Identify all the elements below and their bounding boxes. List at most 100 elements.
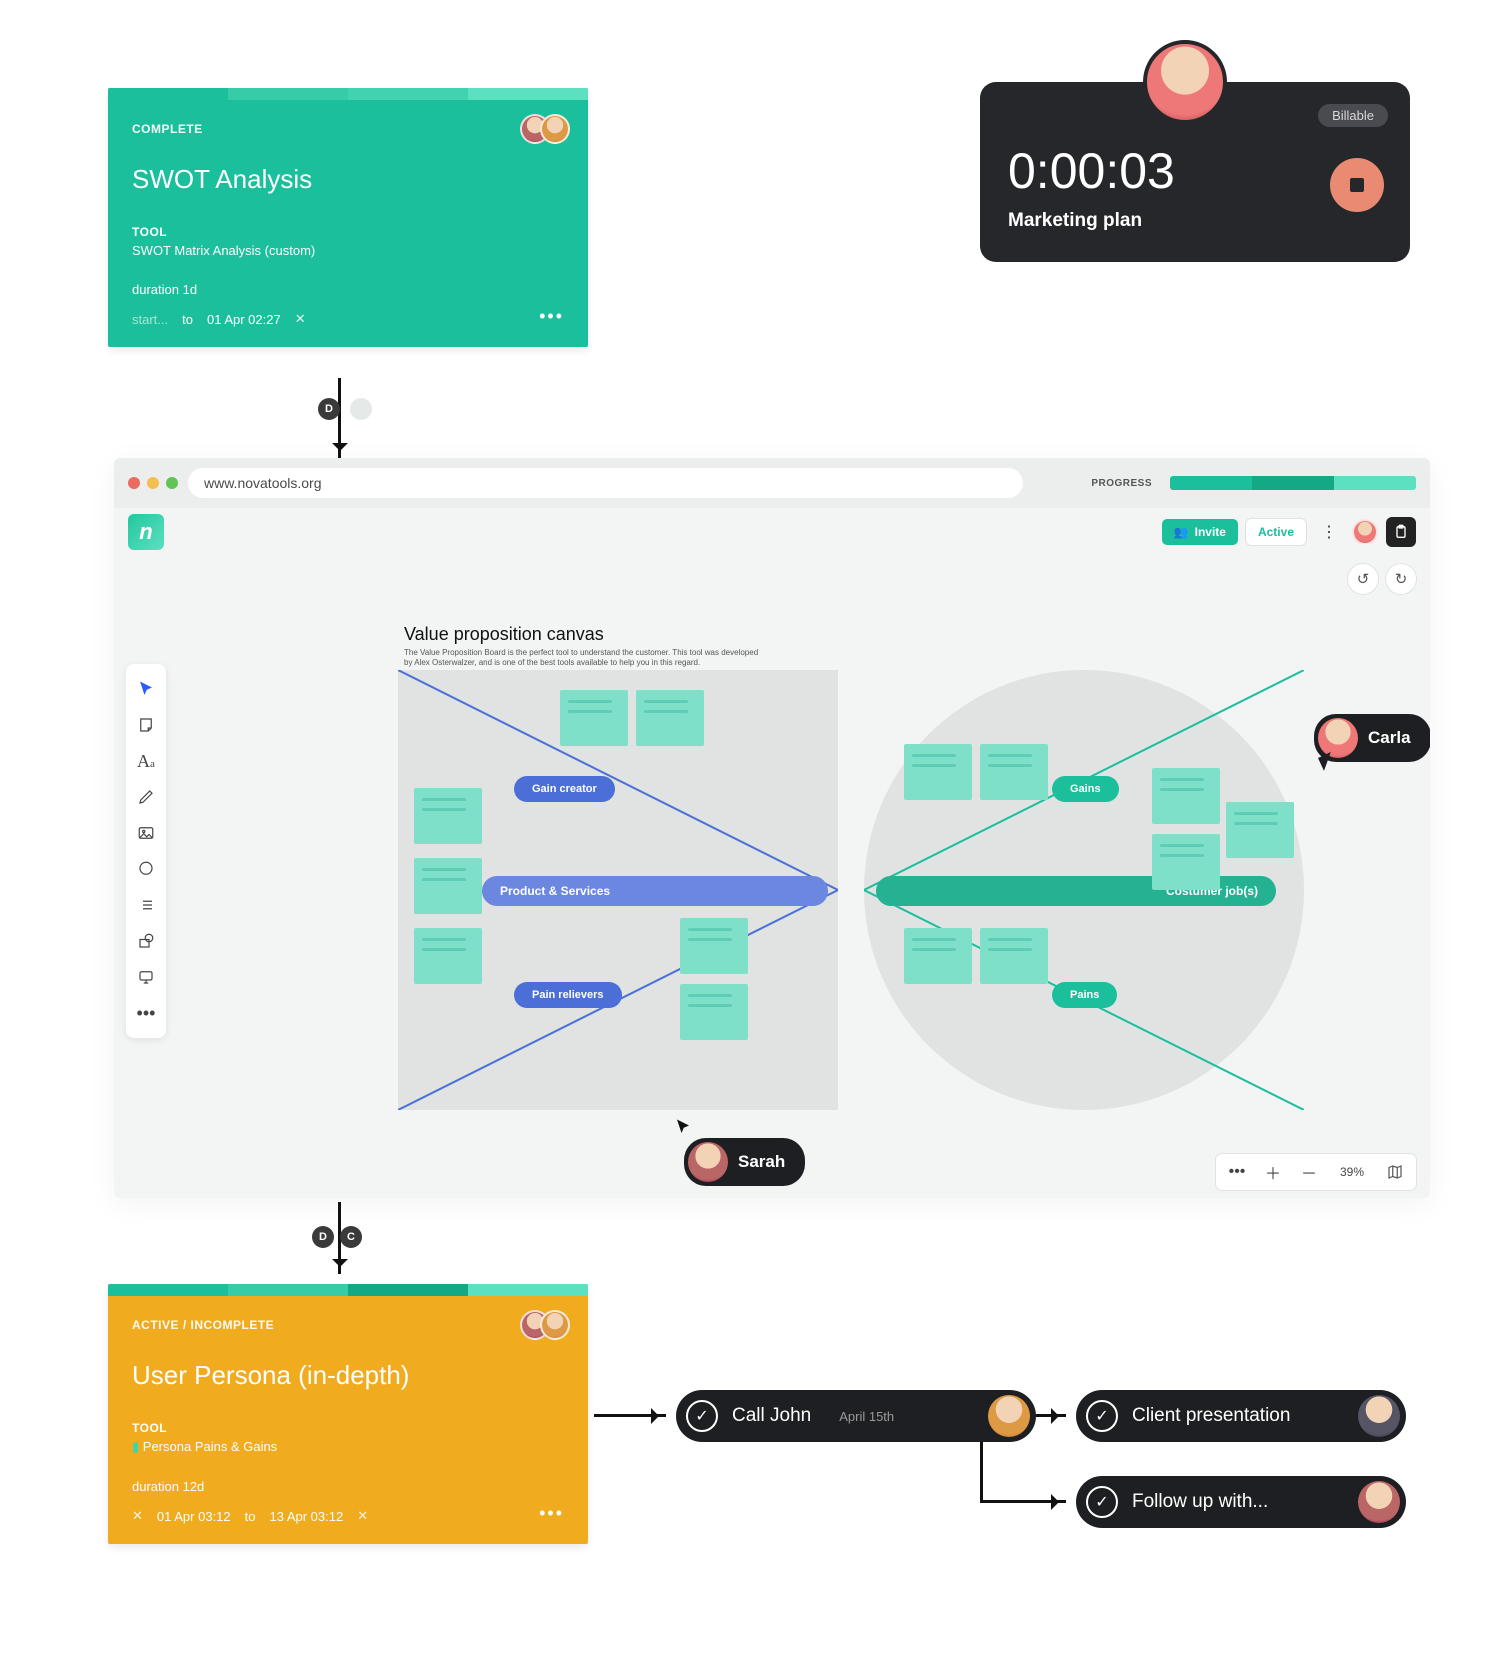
shape-tool[interactable] <box>129 924 163 958</box>
presence-sarah[interactable]: Sarah <box>684 1138 805 1186</box>
timer-time: 0:00:03 <box>1008 142 1382 200</box>
close-icon[interactable]: ✕ <box>295 311 306 327</box>
gains-label[interactable]: Gains <box>1052 776 1119 802</box>
pains-label[interactable]: Pains <box>1052 982 1117 1008</box>
sticky-note[interactable] <box>1152 768 1220 824</box>
sticky-note[interactable] <box>904 744 972 800</box>
task-call[interactable]: ✓ Call John April 15th <box>676 1390 1036 1442</box>
connector-arrow <box>1036 1414 1066 1417</box>
more-icon[interactable]: ••• <box>539 1503 564 1524</box>
close-icon[interactable]: ✕ <box>132 1508 143 1524</box>
zoom-more-icon[interactable]: ••• <box>1220 1155 1254 1189</box>
card-status: COMPLETE <box>132 122 564 136</box>
sticky-note[interactable] <box>1152 834 1220 890</box>
avatar[interactable] <box>540 114 570 144</box>
note-tool[interactable] <box>129 708 163 742</box>
comment-tool[interactable] <box>129 852 163 886</box>
image-tool[interactable] <box>129 816 163 850</box>
to-label: to <box>245 1509 256 1524</box>
maximize-window-icon[interactable] <box>166 477 178 489</box>
kebab-icon[interactable]: ⋮ <box>1314 517 1344 547</box>
task-label: Call John <box>732 1405 811 1427</box>
task-presentation[interactable]: ✓ Client presentation <box>1076 1390 1406 1442</box>
check-icon[interactable]: ✓ <box>1086 1400 1118 1432</box>
node-light[interactable] <box>350 398 372 420</box>
product-services-label[interactable]: Product & Services <box>482 876 828 906</box>
clipboard-icon[interactable] <box>1386 517 1416 547</box>
map-icon[interactable] <box>1378 1155 1412 1189</box>
sticky-note[interactable] <box>980 744 1048 800</box>
avatar[interactable] <box>988 1395 1030 1437</box>
start-hint[interactable]: start... <box>132 312 168 327</box>
task-label: Client presentation <box>1132 1405 1290 1427</box>
list-tool[interactable] <box>129 888 163 922</box>
avatar[interactable] <box>1358 1395 1400 1437</box>
billable-badge[interactable]: Billable <box>1318 104 1388 127</box>
stop-button[interactable] <box>1330 158 1384 212</box>
timer-task: Marketing plan <box>1008 210 1382 232</box>
connector-line <box>980 1442 983 1502</box>
sticky-note[interactable] <box>636 690 704 746</box>
swot-card[interactable]: COMPLETE SWOT Analysis TOOL SWOT Matrix … <box>108 88 588 347</box>
tool-name: SWOT Matrix Analysis (custom) <box>132 243 564 258</box>
task-followup[interactable]: ✓ Follow up with... <box>1076 1476 1406 1528</box>
sticky-note[interactable] <box>680 918 748 974</box>
start-date[interactable]: 01 Apr 03:12 <box>157 1509 231 1524</box>
toolbox: Aa ••• <box>126 664 166 1038</box>
avatar[interactable] <box>540 1310 570 1340</box>
end-date[interactable]: 13 Apr 03:12 <box>269 1509 343 1524</box>
avatar[interactable] <box>1358 1481 1400 1523</box>
timer-avatar[interactable] <box>1143 40 1227 124</box>
zoom-level[interactable]: 39% <box>1328 1155 1376 1189</box>
sticky-note[interactable] <box>980 928 1048 984</box>
check-icon[interactable]: ✓ <box>1086 1486 1118 1518</box>
sticky-note[interactable] <box>680 984 748 1040</box>
url-input[interactable] <box>188 468 1023 498</box>
task-label: Follow up with... <box>1132 1491 1268 1513</box>
sticky-note[interactable] <box>414 928 482 984</box>
card-duration: duration 12d <box>132 1479 564 1494</box>
check-icon[interactable]: ✓ <box>686 1400 718 1432</box>
card-dates: start... to 01 Apr 02:27 ✕ <box>132 311 564 327</box>
present-tool[interactable] <box>129 960 163 994</box>
avatar <box>688 1142 728 1182</box>
end-date[interactable]: 01 Apr 02:27 <box>207 312 281 327</box>
sticky-note[interactable] <box>414 858 482 914</box>
persona-card[interactable]: ACTIVE / INCOMPLETE User Persona (in-dep… <box>108 1284 588 1544</box>
card-title: User Persona (in-depth) <box>132 1360 564 1391</box>
browser-bar: PROGRESS <box>114 458 1430 508</box>
more-icon[interactable]: ••• <box>539 306 564 327</box>
node-d[interactable]: D <box>312 1226 334 1248</box>
app-logo[interactable]: n <box>128 514 164 550</box>
card-avatars <box>530 114 570 144</box>
redo-button[interactable]: ↻ <box>1386 564 1416 594</box>
more-tools[interactable]: ••• <box>129 996 163 1030</box>
progress-bar <box>1170 476 1416 490</box>
pencil-tool[interactable] <box>129 780 163 814</box>
sticky-note[interactable] <box>1226 802 1294 858</box>
zoom-in-button[interactable]: ＋ <box>1256 1155 1290 1189</box>
zoom-out-button[interactable]: － <box>1292 1155 1326 1189</box>
connector-arrow <box>980 1500 1066 1503</box>
canvas-title: Value proposition canvas <box>404 624 604 645</box>
node-d[interactable]: D <box>318 398 340 420</box>
sticky-note[interactable] <box>560 690 628 746</box>
window-controls <box>128 477 178 489</box>
pain-relievers-label[interactable]: Pain relievers <box>514 982 622 1008</box>
minimize-window-icon[interactable] <box>147 477 159 489</box>
sticky-note[interactable] <box>414 788 482 844</box>
active-button[interactable]: Active <box>1246 519 1306 545</box>
presence-name: Sarah <box>738 1152 785 1172</box>
sticky-note[interactable] <box>904 928 972 984</box>
presence-carla[interactable]: Carla <box>1314 714 1430 762</box>
node-c[interactable]: C <box>340 1226 362 1248</box>
pointer-tool[interactable] <box>129 672 163 706</box>
text-tool[interactable]: Aa <box>129 744 163 778</box>
undo-button[interactable]: ↺ <box>1348 564 1378 594</box>
close-window-icon[interactable] <box>128 477 140 489</box>
invite-button[interactable]: 👥 Invite <box>1162 519 1238 545</box>
gain-creator-label[interactable]: Gain creator <box>514 776 615 802</box>
close-icon[interactable]: ✕ <box>357 1508 368 1524</box>
header-avatar[interactable] <box>1352 519 1378 545</box>
card-title: SWOT Analysis <box>132 164 564 195</box>
